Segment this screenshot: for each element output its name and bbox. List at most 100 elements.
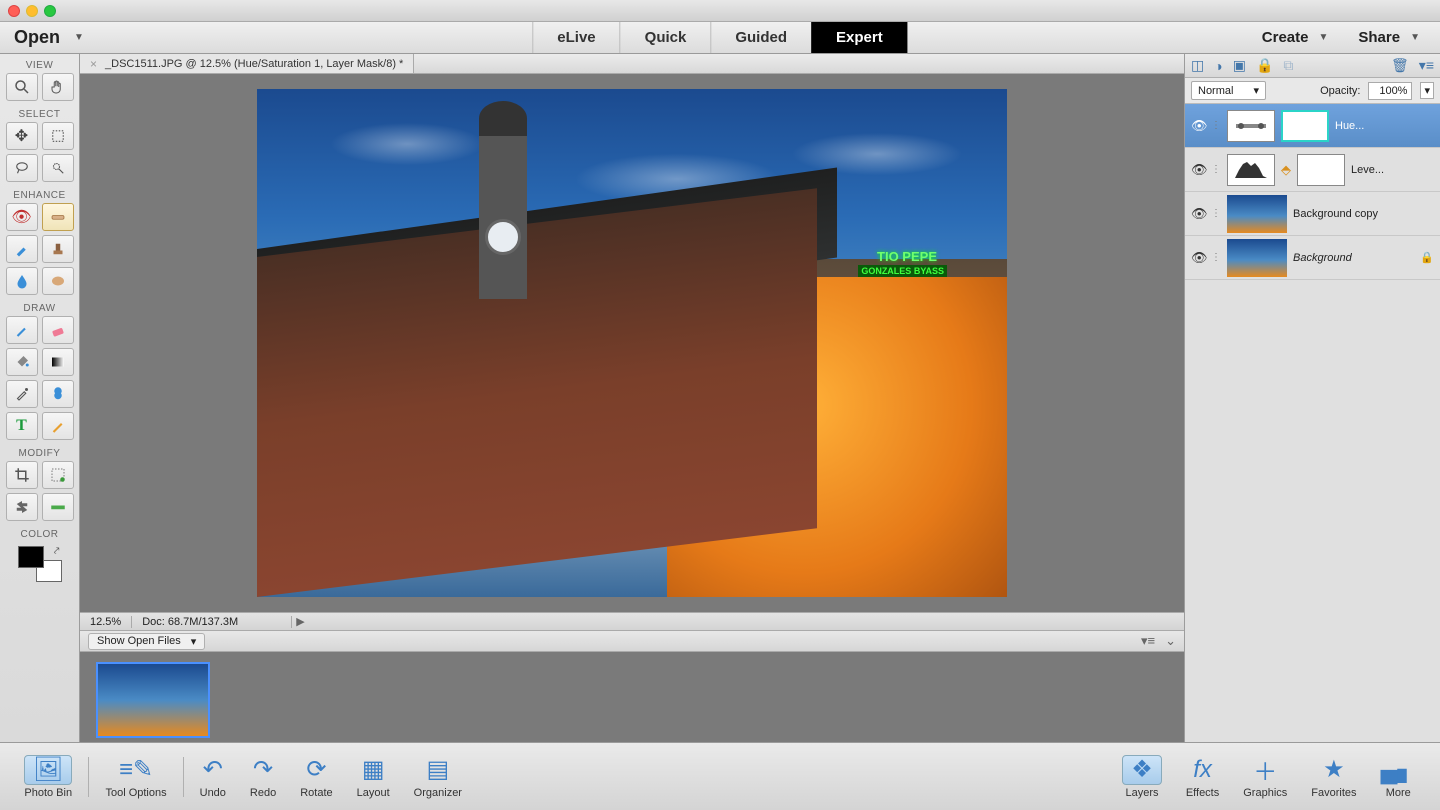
pencil-tool[interactable] [42,412,74,440]
layer-name[interactable]: Leve... [1351,164,1434,176]
shape-tool[interactable] [42,380,74,408]
layer-name[interactable]: Hue... [1335,120,1434,132]
btn-label: Redo [250,787,276,799]
graphics-button[interactable]: ＋Graphics [1231,755,1299,799]
bin-menu-icon[interactable]: ▾≡ [1141,633,1155,649]
mode-tab-expert[interactable]: Expert [811,22,908,53]
create-menu[interactable]: Create▼ [1252,29,1339,46]
redo-button[interactable]: ↷Redo [238,755,288,799]
document-tab[interactable]: × _DSC1511.JPG @ 12.5% (Hue/Saturation 1… [80,54,414,73]
effects-button[interactable]: fxEffects [1174,755,1231,799]
window-minimize-icon[interactable] [26,5,38,17]
type-tool[interactable]: T [6,412,38,440]
layer-mask-thumbnail[interactable] [1281,110,1329,142]
layer-thumbnail[interactable] [1227,239,1287,277]
layer-row[interactable]: 👁 ⋮ Background 🔒 [1185,236,1440,280]
layer-mask-thumbnail[interactable] [1297,154,1345,186]
open-menu[interactable]: Open ▼ [14,27,100,48]
hand-tool[interactable] [42,73,74,101]
mode-tab-elive[interactable]: eLive [532,22,619,53]
lock-layer-icon[interactable]: 🔒 [1256,57,1273,74]
spot-heal-tool[interactable] [42,203,74,231]
move-tool[interactable]: ✥ [6,122,38,150]
redeye-tool[interactable]: 👁 [6,203,38,231]
color-swatch[interactable]: ⤤ [18,546,62,582]
swap-colors-icon[interactable]: ⤤ [54,546,60,557]
visibility-icon[interactable]: 👁 [1191,206,1205,222]
layer-row[interactable]: 👁 ⋮ ⬘ Leve... [1185,148,1440,192]
zoom-level[interactable]: 12.5% [80,616,132,628]
opacity-input[interactable]: 100% [1368,82,1412,100]
canvas[interactable]: TIO PEPE GONZALES BYASS [80,74,1184,612]
mode-tab-quick[interactable]: Quick [620,22,711,53]
undo-button[interactable]: ↶Undo [188,755,238,799]
tool-options-button[interactable]: ≡✎Tool Options [93,755,178,799]
link-layers-icon[interactable]: ⧉ [1283,57,1293,74]
app-menu-bar: Open ▼ eLive Quick Guided Expert Create▼… [0,22,1440,54]
favorites-button[interactable]: ★Favorites [1299,755,1368,799]
more-button[interactable]: ▄▖More [1369,755,1428,799]
chevron-down-icon[interactable]: ▾ [1420,82,1434,99]
layer-name[interactable]: Background [1293,252,1414,264]
link-icon[interactable]: ⋮ [1211,164,1221,175]
clone-stamp-tool[interactable] [42,235,74,263]
foreground-color-swatch[interactable] [18,546,44,568]
mode-tab-guided[interactable]: Guided [710,22,811,53]
content-aware-move-tool[interactable] [6,493,38,521]
panel-menu-icon[interactable]: ▾≡ [1419,57,1434,74]
link-icon[interactable]: ⋮ [1211,120,1221,131]
organizer-button[interactable]: ▤Organizer [402,755,474,799]
brush-tool[interactable] [6,316,38,344]
layer-row[interactable]: 👁 ⋮ Background copy [1185,192,1440,236]
layer-thumbnail[interactable] [1227,195,1287,233]
blur-tool[interactable] [6,267,38,295]
window-zoom-icon[interactable] [44,5,56,17]
layer-name[interactable]: Background copy [1293,208,1434,220]
lasso-tool[interactable] [6,154,38,182]
new-adjustment-icon[interactable]: ◑ [1214,58,1222,74]
adjustment-thumbnail[interactable] [1227,154,1275,186]
mode-tab-label: eLive [557,29,595,46]
link-icon[interactable]: ⋮ [1211,208,1221,219]
layer-row[interactable]: 👁 ⋮ Hue... [1185,104,1440,148]
zoom-tool[interactable] [6,73,38,101]
delete-layer-icon[interactable]: 🗑 [1391,57,1409,74]
close-tab-icon[interactable]: × [90,57,97,71]
eyedropper-tool[interactable] [6,380,38,408]
visibility-icon[interactable]: 👁 [1191,162,1205,178]
btn-label: Layers [1126,787,1159,799]
window-close-icon[interactable] [8,5,20,17]
crop-tool[interactable] [6,461,38,489]
layers-panel-toolbar: ◫ ◑ ▣ 🔒 ⧉ 🗑 ▾≡ [1185,54,1440,78]
new-layer-icon[interactable]: ◫ [1191,57,1204,74]
share-menu[interactable]: Share▼ [1348,29,1430,46]
graphics-icon: ＋ [1253,755,1277,785]
visibility-icon[interactable]: 👁 [1191,118,1205,134]
paint-bucket-tool[interactable] [6,348,38,376]
chevron-down-icon: ▼ [1410,32,1420,43]
bin-collapse-icon[interactable]: ⌄ [1165,633,1176,649]
layer-mask-icon[interactable]: ▣ [1233,57,1246,74]
adjustment-thumbnail[interactable] [1227,110,1275,142]
status-menu-icon[interactable]: ▶ [292,615,308,628]
photo-bin-dropdown[interactable]: Show Open Files ▾ [88,633,205,650]
link-icon[interactable]: ⋮ [1211,252,1221,263]
layers-button[interactable]: ❖Layers [1110,755,1174,799]
recompose-tool[interactable] [42,461,74,489]
photo-bin-button[interactable]: 🖼Photo Bin [12,755,84,799]
photo-bin-thumbnail[interactable] [96,662,210,738]
gradient-tool[interactable] [42,348,74,376]
document-area: × _DSC1511.JPG @ 12.5% (Hue/Saturation 1… [80,54,1184,742]
quick-select-tool[interactable] [42,154,74,182]
blend-mode-select[interactable]: Normal ▾ [1191,81,1266,100]
smart-brush-tool[interactable] [6,235,38,263]
doc-size[interactable]: Doc: 68.7M/137.3M [132,616,292,628]
layout-button[interactable]: ▦Layout [345,755,402,799]
visibility-icon[interactable]: 👁 [1191,250,1205,266]
sponge-tool[interactable] [42,267,74,295]
photo-bin-icon: 🖼 [24,755,72,785]
straighten-tool[interactable] [42,493,74,521]
marquee-tool[interactable] [42,122,74,150]
rotate-button[interactable]: ⟳Rotate [288,755,344,799]
eraser-tool[interactable] [42,316,74,344]
